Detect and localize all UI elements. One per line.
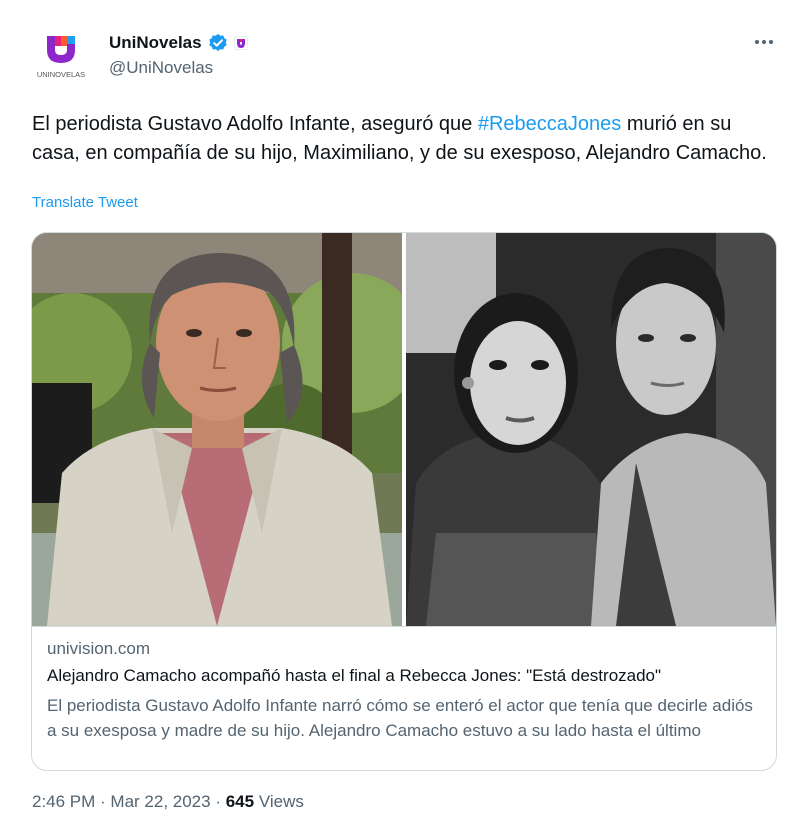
tweet: UNINOVELAS UniNovelas @UniNovelas El per… — [0, 0, 800, 838]
views-count: 645 — [225, 792, 255, 811]
link-card[interactable]: univision.com Alejandro Camacho acompañó… — [31, 232, 777, 771]
card-photo-left — [32, 233, 402, 626]
hashtag-link[interactable]: #RebeccaJones — [478, 113, 621, 135]
tweet-date[interactable]: Mar 22, 2023 — [110, 792, 210, 811]
tweet-text: El periodista Gustavo Adolfo Infante, as… — [32, 110, 772, 168]
handle[interactable]: @UniNovelas — [109, 58, 213, 78]
verified-badge-icon — [208, 33, 227, 51]
translate-tweet-link[interactable]: Translate Tweet — [32, 194, 138, 211]
tweet-text-start: El periodista Gustavo Adolfo Infante, as… — [32, 113, 478, 135]
card-info[interactable]: univision.com Alejandro Camacho acompañó… — [32, 626, 776, 770]
more-options-icon[interactable] — [750, 30, 778, 54]
views-label: Views — [254, 792, 304, 811]
card-domain: univision.com — [47, 639, 150, 658]
card-media[interactable] — [32, 233, 776, 626]
card-photo-right — [406, 233, 776, 626]
svg-text:UNINOVELAS: UNINOVELAS — [37, 70, 85, 79]
univision-affiliate-icon[interactable] — [233, 36, 248, 50]
tweet-time[interactable]: 2:46 PM — [32, 792, 95, 811]
meta-separator-2: · — [210, 792, 226, 811]
display-name[interactable]: UniNovelas — [109, 33, 202, 53]
avatar[interactable]: UNINOVELAS — [30, 28, 92, 80]
author-row: UniNovelas — [109, 32, 248, 54]
meta-separator: · — [95, 792, 111, 811]
card-description: El periodista Gustavo Adolfo Infante nar… — [47, 696, 753, 740]
card-title: Alejandro Camacho acompañó hasta el fina… — [47, 666, 662, 685]
uninovelas-logo-icon: UNINOVELAS — [37, 36, 85, 79]
tweet-meta: 2:46 PM · Mar 22, 2023 · 645 Views — [32, 792, 304, 812]
